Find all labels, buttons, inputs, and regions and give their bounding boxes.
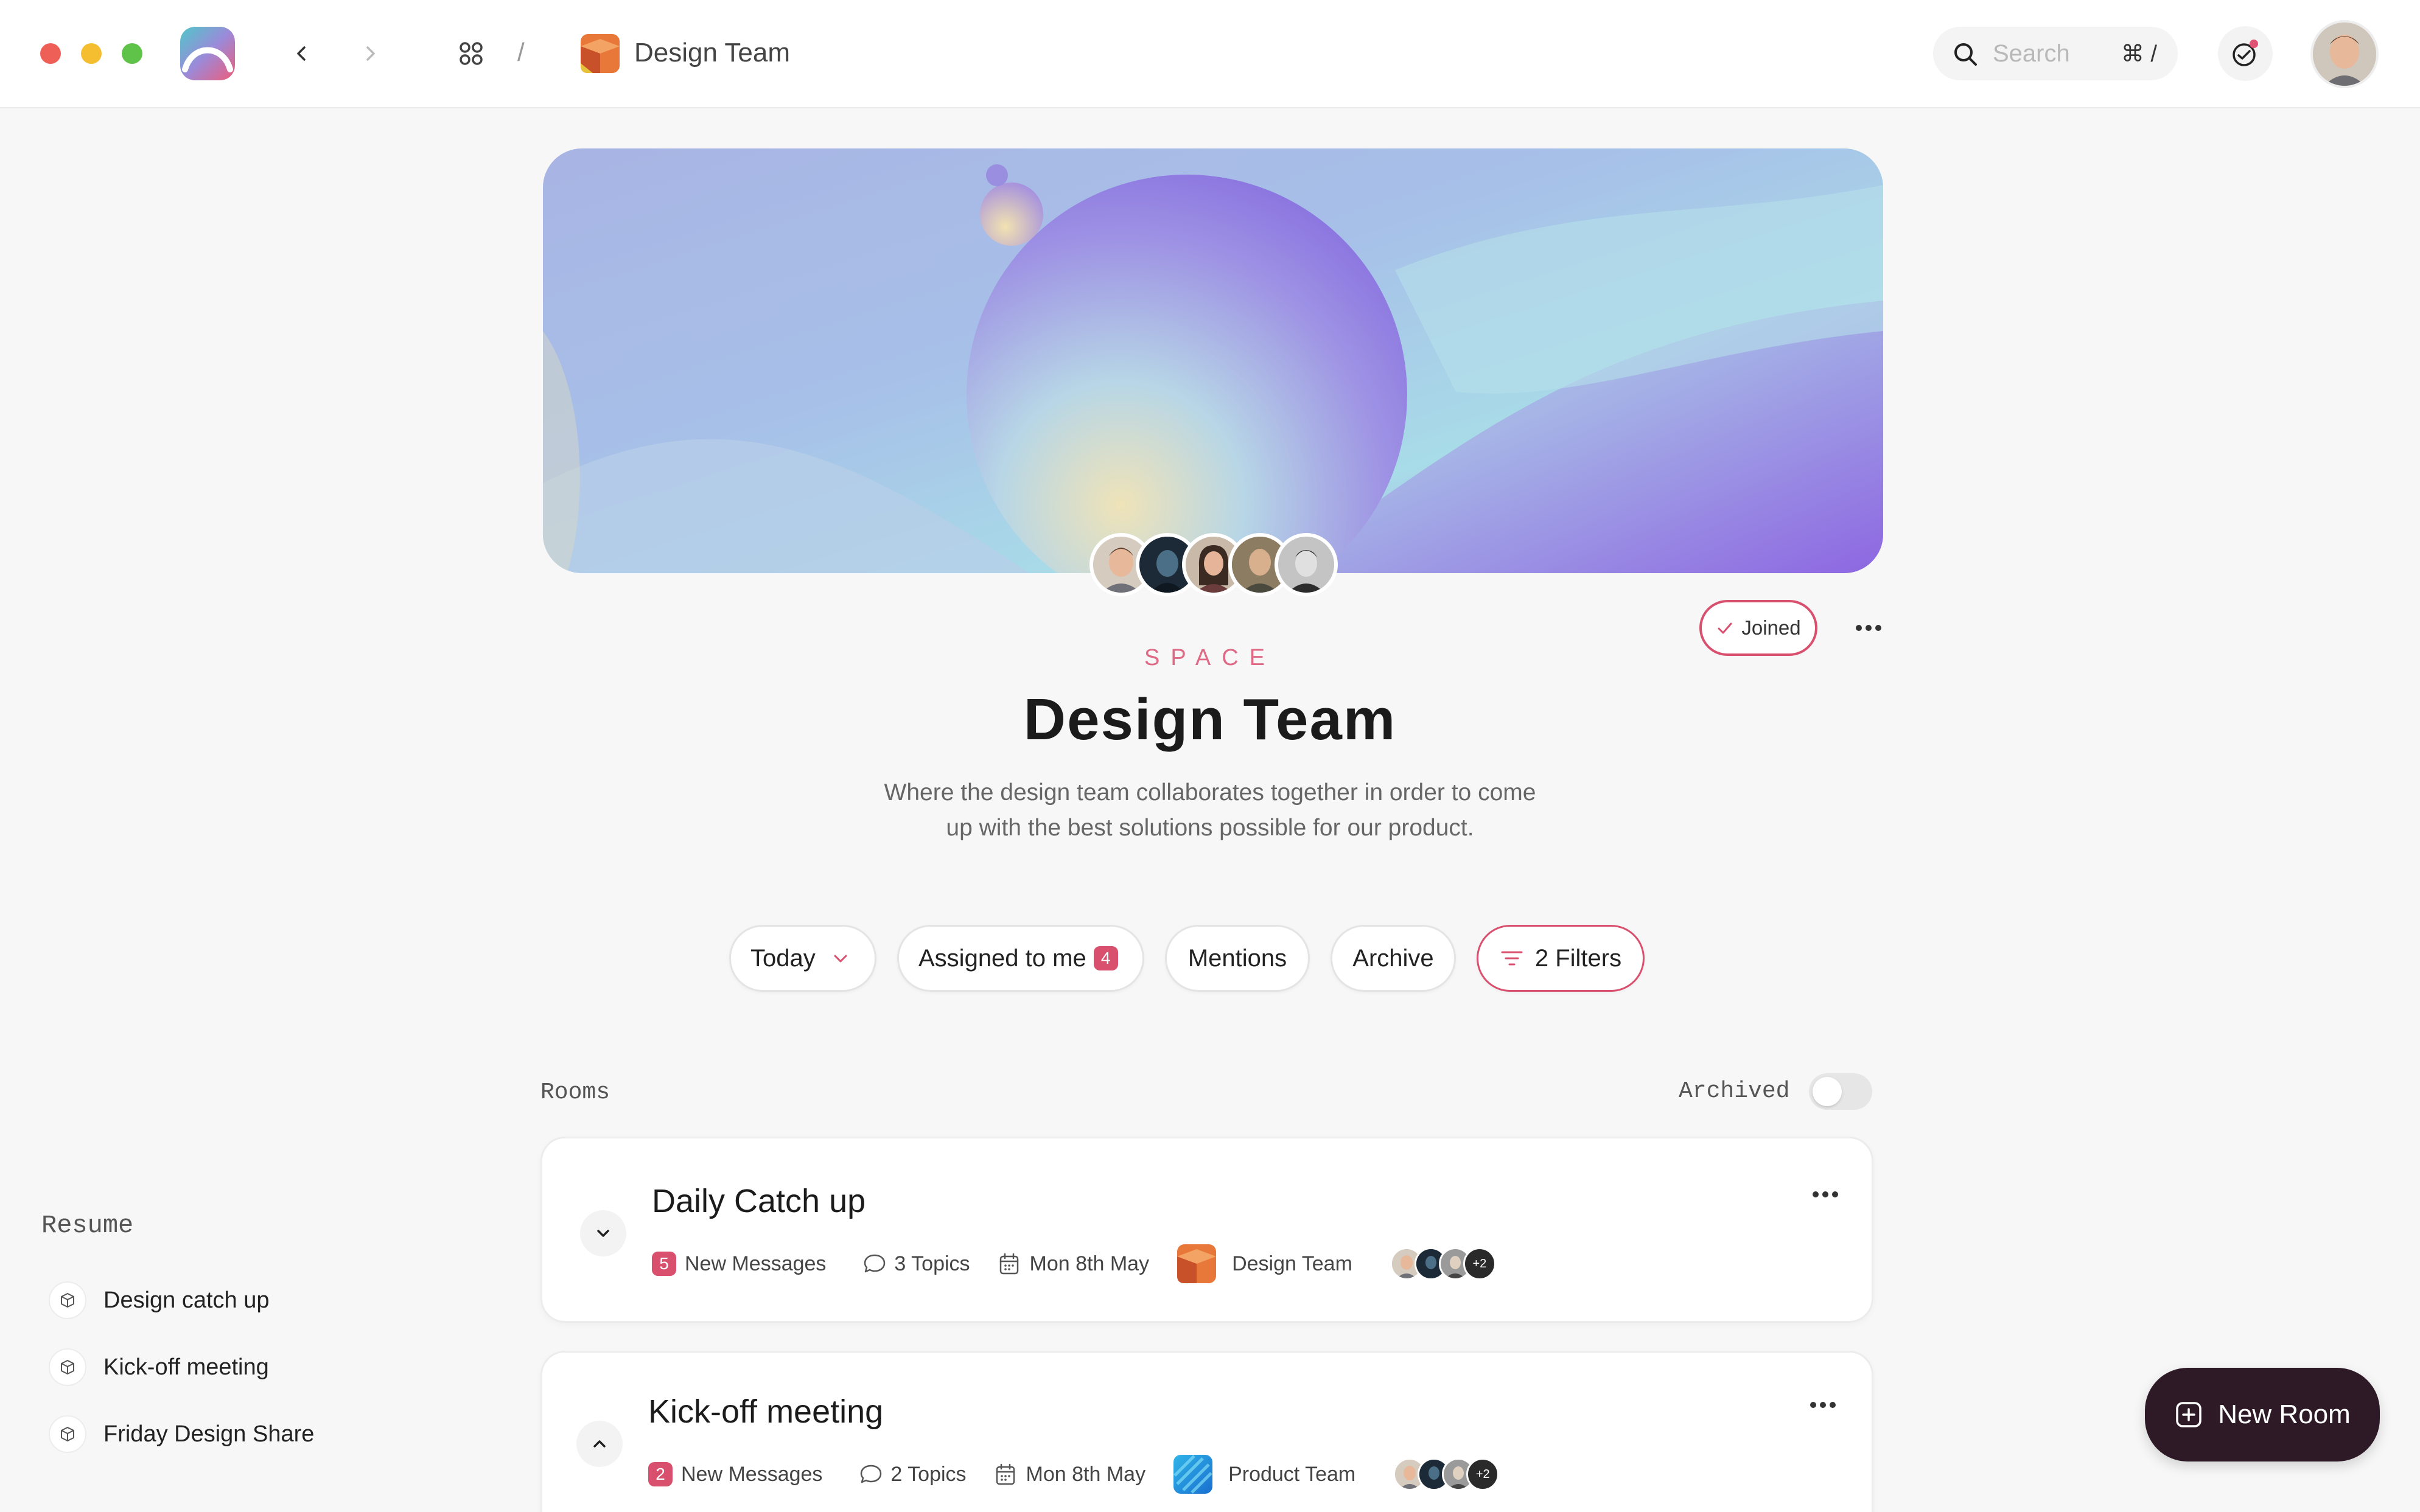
resume-item-label: Kick-off meeting [103, 1354, 269, 1380]
room-participants[interactable]: +2 [1390, 1247, 1496, 1280]
app-logo[interactable] [180, 27, 235, 80]
space-cube-icon [579, 33, 621, 74]
filters-button[interactable]: 2 Filters [1477, 925, 1645, 992]
chevron-down-icon [597, 1230, 609, 1237]
back-button[interactable] [285, 37, 319, 71]
new-room-button[interactable]: New Room [2145, 1368, 2380, 1461]
comment-icon [864, 1254, 886, 1273]
room-participants[interactable]: +2 [1393, 1458, 1500, 1491]
activity-icon [2233, 40, 2258, 66]
window-close-button[interactable] [40, 43, 61, 64]
space-eyebrow: SPACE [1144, 645, 1276, 671]
rooms-heading: Rooms [540, 1079, 610, 1106]
spaces-grid-button[interactable] [454, 37, 488, 71]
date-filter-dropdown[interactable]: Today [729, 925, 876, 992]
forward-button[interactable] [353, 37, 387, 71]
space-more-button[interactable] [1850, 611, 1887, 645]
mentions-label: Mentions [1187, 944, 1287, 972]
room-more-button[interactable] [1808, 1182, 1842, 1210]
breadcrumb-space-name[interactable]: Design Team [634, 38, 790, 68]
new-messages-badge: 2 [648, 1462, 673, 1486]
space-description-line: Where the design team collaborates toget… [884, 779, 1536, 806]
check-icon [1718, 622, 1732, 634]
chevron-left-icon [297, 46, 306, 61]
room-date: Mon 8th May [1026, 1462, 1146, 1486]
filters-label: 2 Filters [1534, 944, 1622, 972]
search-icon [1954, 43, 1977, 66]
assigned-count-badge: 4 [1093, 946, 1118, 970]
room-team: Design Team [1232, 1252, 1352, 1275]
filter-icon [1501, 951, 1523, 966]
comment-icon [861, 1465, 882, 1483]
room-meta: 5 New Messages 3 Topics Mon 8th May Desi… [652, 1243, 1496, 1284]
room-card[interactable]: Daily Catch up 5 New Messages 3 Topics M… [540, 1137, 1873, 1323]
resume-item-label: Friday Design Share [103, 1421, 315, 1447]
joined-button[interactable]: Joined [1699, 600, 1817, 656]
member-avatars[interactable] [1089, 533, 1345, 599]
resume-item[interactable]: Design catch up [49, 1281, 270, 1319]
room-team: Product Team [1228, 1462, 1356, 1486]
more-icon [1813, 1191, 1838, 1197]
topics-count: 3 Topics [894, 1252, 970, 1275]
calendar-icon [996, 1463, 1015, 1485]
joined-label: Joined [1741, 616, 1801, 639]
product-team-icon [1173, 1455, 1213, 1494]
resume-item-label: Design catch up [103, 1287, 270, 1313]
assigned-label: Assigned to me [918, 944, 1086, 972]
new-messages-label: New Messages [681, 1462, 823, 1486]
window-maximize-button[interactable] [122, 43, 142, 64]
participants-more-count: +2 [1463, 1247, 1496, 1280]
chevron-up-icon [593, 1440, 606, 1448]
more-icon [1810, 1402, 1836, 1408]
room-date: Mon 8th May [1029, 1252, 1150, 1275]
activity-button[interactable] [2218, 26, 2273, 81]
new-room-label: New Room [2218, 1399, 2351, 1429]
archived-toggle[interactable] [1809, 1073, 1872, 1110]
room-title: Daily Catch up [652, 1183, 866, 1219]
space-cover-image [543, 148, 1883, 573]
member-avatar[interactable] [1275, 533, 1338, 596]
top-bar: / Design Team Search ⌘ / [0, 0, 2420, 108]
cube-icon [49, 1348, 86, 1386]
chevron-right-icon [366, 46, 375, 61]
search-shortcut: ⌘ / [2121, 41, 2157, 67]
new-messages-label: New Messages [685, 1252, 827, 1275]
room-card[interactable]: Kick-off meeting 2 New Messages 2 Topics… [540, 1351, 1873, 1512]
assigned-to-me-filter[interactable]: Assigned to me 4 [897, 925, 1144, 992]
mentions-filter[interactable]: Mentions [1165, 925, 1310, 992]
cube-icon [49, 1415, 86, 1453]
room-title: Kick-off meeting [648, 1393, 884, 1430]
archive-label: Archive [1352, 944, 1434, 972]
topics-count: 2 Topics [890, 1462, 967, 1486]
date-filter-label: Today [750, 944, 816, 972]
search-input[interactable]: Search ⌘ / [1933, 27, 2178, 80]
cube-icon [49, 1281, 86, 1319]
resume-item[interactable]: Friday Design Share [49, 1415, 314, 1453]
window-minimize-button[interactable] [81, 43, 102, 64]
more-icon [1856, 625, 1881, 631]
page-title: Design Team [1023, 687, 1397, 752]
chevron-down-icon [834, 955, 847, 963]
toggle-knob [1813, 1077, 1842, 1106]
space-cube-icon [1177, 1244, 1217, 1283]
plus-square-icon [2176, 1402, 2201, 1427]
collapse-room-button[interactable] [576, 1421, 623, 1467]
room-more-button[interactable] [1806, 1393, 1840, 1420]
grid-icon [460, 42, 483, 65]
archived-toggle-label: Archived [1679, 1078, 1790, 1104]
space-description: Where the design team collaborates toget… [791, 775, 1629, 846]
user-avatar[interactable] [2310, 20, 2379, 88]
resume-item[interactable]: Kick-off meeting [49, 1348, 269, 1386]
search-placeholder: Search [1993, 40, 2070, 67]
new-messages-badge: 5 [652, 1252, 676, 1276]
expand-room-button[interactable] [580, 1210, 626, 1256]
archive-filter[interactable]: Archive [1331, 925, 1456, 992]
participants-more-count: +2 [1466, 1458, 1500, 1491]
space-description-line: up with the best solutions possible for … [946, 815, 1474, 841]
calendar-icon [999, 1253, 1018, 1275]
resume-heading: Resume [41, 1211, 134, 1240]
breadcrumb-separator: / [517, 38, 525, 66]
room-meta: 2 New Messages 2 Topics Mon 8th May Prod… [648, 1454, 1500, 1495]
